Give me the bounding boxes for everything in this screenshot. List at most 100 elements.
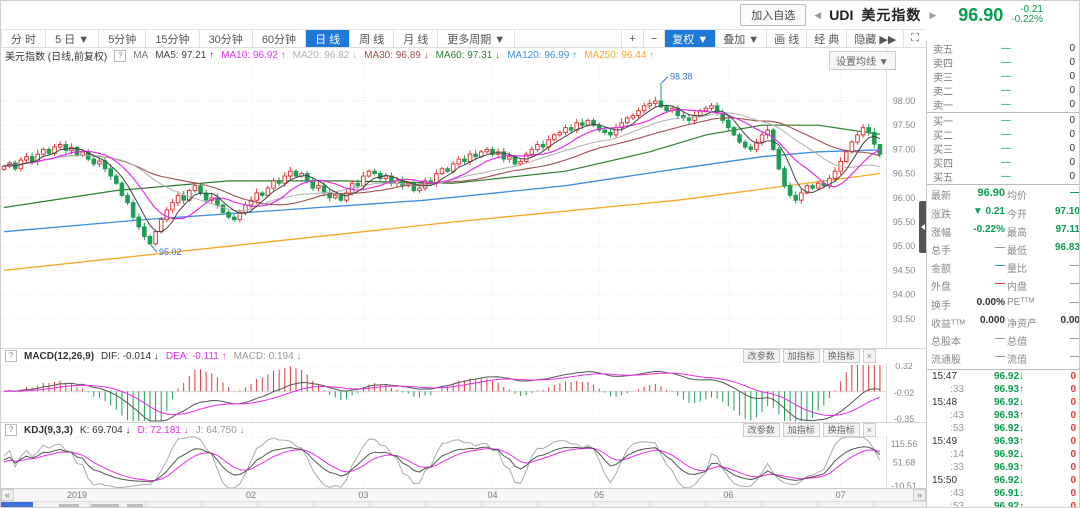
tick-arrow-icon: ↓ xyxy=(1019,371,1024,382)
clipped-chip xyxy=(91,504,119,508)
level-price-dash: — xyxy=(967,143,1045,154)
tab-period-9[interactable]: 更多周期 ▼ xyxy=(438,30,515,47)
detail-label-13: PEᵀᵀᴹ xyxy=(1005,295,1040,313)
next-symbol-icon[interactable]: ▶ xyxy=(929,10,936,21)
tick-arrow-icon: ↑ xyxy=(1019,462,1024,473)
detail-label-11: 内盘 xyxy=(1005,277,1040,295)
clipped-cell xyxy=(257,502,314,508)
detail-label-18: 流通股 xyxy=(929,350,965,368)
tab-period-1[interactable]: 5 日 ▼ xyxy=(46,30,99,47)
tick-volume: 0 xyxy=(1050,462,1076,473)
tab-period-6[interactable]: 日 线 xyxy=(306,30,350,47)
ma-settings-button[interactable]: 设置均线 ▼ xyxy=(829,51,896,70)
svg-text:93.50: 93.50 xyxy=(893,314,916,324)
svg-text:98.00: 98.00 xyxy=(893,96,916,106)
macd-close-button[interactable]: × xyxy=(863,349,876,363)
tick-row-6[interactable]: :1496.92↓0 xyxy=(927,448,1080,461)
level-price-dash: — xyxy=(967,85,1045,96)
level-volume: 0 xyxy=(1045,157,1075,168)
tick-arrow-icon: ↑ xyxy=(1019,410,1024,421)
clipped-cell xyxy=(817,502,874,508)
svg-text:97.50: 97.50 xyxy=(893,120,916,130)
tab-period-5[interactable]: 60分钟 xyxy=(253,30,306,47)
detail-value-2: ▼ 0.21 xyxy=(965,204,1005,222)
kdj-buttons: 改参数加指标换指标× xyxy=(743,423,876,437)
tick-row-9[interactable]: :4396.91↓0 xyxy=(927,487,1080,500)
tool-button-5[interactable]: 经 典 xyxy=(806,30,846,47)
svg-text:51.68: 51.68 xyxy=(893,457,916,467)
tick-price: 96.93↑ xyxy=(968,384,1050,395)
tool-button-2[interactable]: 复权 ▼ xyxy=(664,30,715,47)
axis-tick-03: 03 xyxy=(358,490,368,500)
tab-period-4[interactable]: 30分钟 xyxy=(200,30,253,47)
help-icon[interactable]: ? xyxy=(114,50,126,62)
tick-time: :53 xyxy=(932,423,968,434)
detail-value-1: — xyxy=(1040,186,1080,204)
macd-button-1[interactable]: 加指标 xyxy=(783,349,820,363)
tick-volume: 0 xyxy=(1050,371,1076,382)
tick-row-7[interactable]: :3396.93↑0 xyxy=(927,461,1080,474)
buy-level-row-2: 买三—0 xyxy=(927,141,1080,155)
tab-period-3[interactable]: 15分钟 xyxy=(146,30,199,47)
tick-list[interactable]: 15:4796.92↓0:3396.93↑015:4896.92↓0:4396.… xyxy=(927,370,1080,508)
axis-tick-04: 04 xyxy=(487,490,497,500)
level-volume: 0 xyxy=(1045,143,1075,154)
tick-row-2[interactable]: 15:4896.92↓0 xyxy=(927,396,1080,409)
level-label: 买二 xyxy=(933,127,967,142)
tick-row-1[interactable]: :3396.93↑0 xyxy=(927,383,1080,396)
level-label: 买三 xyxy=(933,141,967,156)
tool-button-7[interactable]: ⛶ xyxy=(903,30,926,47)
detail-label-17: 总值 xyxy=(1005,331,1040,349)
tab-period-0[interactable]: 分 时 xyxy=(1,30,46,47)
tick-row-0[interactable]: 15:4796.92↓0 xyxy=(927,370,1080,383)
axis-scroll-right-button[interactable]: » xyxy=(913,489,926,501)
tick-row-10[interactable]: :5396.92↑0 xyxy=(927,500,1080,508)
tool-button-4[interactable]: 画 线 xyxy=(766,30,806,47)
detail-value-9: — xyxy=(1040,259,1080,277)
tool-button-3[interactable]: 叠加 ▼ xyxy=(715,30,766,47)
tab-period-7[interactable]: 周 线 xyxy=(350,30,394,47)
clipped-cell xyxy=(705,502,762,508)
tick-price: 96.93↑ xyxy=(968,436,1050,447)
detail-label-9: 量比 xyxy=(1005,259,1040,277)
legend-item-3: MA5: 97.21 ↑ xyxy=(155,50,214,61)
kdj-pane: ?KDJ(9,3,3)K: 69.704 ↓D: 72.181 ↓J: 64.7… xyxy=(1,422,926,488)
macd-button-0[interactable]: 改参数 xyxy=(743,349,780,363)
tick-row-3[interactable]: :4396.93↑0 xyxy=(927,409,1080,422)
detail-value-10: — xyxy=(965,277,1005,295)
detail-label-7: 最低 xyxy=(1005,240,1040,258)
tool-button-6[interactable]: 隐藏 ▶▶ xyxy=(846,30,903,47)
tab-period-2[interactable]: 5分钟 xyxy=(99,30,146,47)
kdj-button-0[interactable]: 改参数 xyxy=(743,423,780,437)
tab-period-8[interactable]: 月 线 xyxy=(394,30,438,47)
sell-level-row-2: 卖三—0 xyxy=(927,69,1080,83)
tick-row-4[interactable]: :5396.92↓0 xyxy=(927,422,1080,435)
detail-label-5: 最高 xyxy=(1005,222,1040,240)
help-icon[interactable]: ? xyxy=(5,350,17,362)
level-label: 卖四 xyxy=(933,55,967,70)
kdj-close-button[interactable]: × xyxy=(863,423,876,437)
tool-button-1[interactable]: − xyxy=(643,30,664,47)
tick-volume: 0 xyxy=(1050,436,1076,447)
detail-label-0: 最新 xyxy=(929,186,965,204)
detail-value-4: -0.22% xyxy=(965,222,1005,240)
level-label: 买五 xyxy=(933,169,967,184)
prev-symbol-icon[interactable]: ◀ xyxy=(814,10,821,21)
tick-arrow-icon: ↓ xyxy=(1019,397,1024,408)
axis-scroll-left-button[interactable]: « xyxy=(1,489,14,501)
level-label: 卖一 xyxy=(933,97,967,112)
detail-value-3: 97.10 xyxy=(1040,204,1080,222)
panel-collapse-handle[interactable] xyxy=(919,201,926,253)
help-icon[interactable]: ? xyxy=(5,424,17,436)
tick-row-8[interactable]: 15:5096.92↓0 xyxy=(927,474,1080,487)
add-to-watchlist-button[interactable]: 加入自选 xyxy=(740,4,806,26)
kdj-header: ?KDJ(9,3,3)K: 69.704 ↓D: 72.181 ↓J: 64.7… xyxy=(5,423,922,437)
detail-label-3: 今开 xyxy=(1005,204,1040,222)
tick-row-5[interactable]: 15:4996.93↑0 xyxy=(927,435,1080,448)
legend-item-7: MA60: 97.31 ↓ xyxy=(436,50,500,61)
kdj-button-1[interactable]: 加指标 xyxy=(783,423,820,437)
axis-tick-06: 06 xyxy=(723,490,733,500)
kdj-button-2[interactable]: 换指标 xyxy=(823,423,860,437)
tool-button-0[interactable]: + xyxy=(621,30,642,47)
macd-button-2[interactable]: 换指标 xyxy=(823,349,860,363)
